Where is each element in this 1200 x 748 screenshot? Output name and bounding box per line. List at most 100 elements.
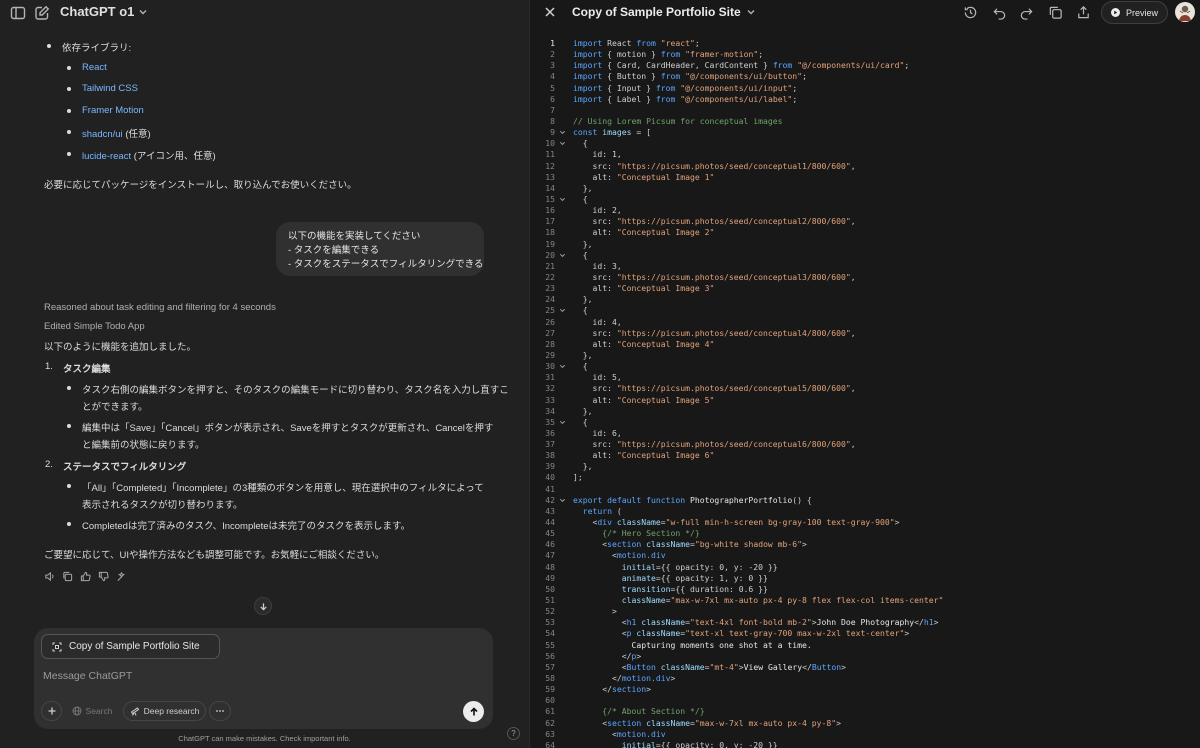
code-line[interactable]: 15 {: [530, 194, 1200, 205]
code-line[interactable]: 10 {: [530, 138, 1200, 149]
code-line[interactable]: 14 },: [530, 183, 1200, 194]
code-line[interactable]: 20 {: [530, 250, 1200, 261]
undo-icon[interactable]: [992, 5, 1007, 20]
code-line[interactable]: 24 },: [530, 294, 1200, 305]
deep-research-button[interactable]: Deep research: [123, 701, 206, 721]
attach-button[interactable]: [41, 701, 62, 721]
fold-chevron-icon[interactable]: [559, 361, 567, 370]
code-line[interactable]: 60: [530, 695, 1200, 706]
code-line[interactable]: 16 id: 2,: [530, 205, 1200, 216]
code-line[interactable]: 1 import React from "react";: [530, 38, 1200, 49]
fold-chevron-icon[interactable]: [559, 495, 567, 504]
code-line[interactable]: 54 <p className="text-xl text-gray-700 m…: [530, 628, 1200, 639]
dep-link-shadcn[interactable]: shadcn/ui: [82, 129, 123, 140]
code-line[interactable]: 27 src: "https://picsum.photos/seed/conc…: [530, 328, 1200, 339]
code-line[interactable]: 3 import { Card, CardHeader, CardContent …: [530, 60, 1200, 71]
code-line[interactable]: 59 </section>: [530, 684, 1200, 695]
scroll-to-bottom-button[interactable]: [254, 597, 272, 615]
code-line[interactable]: 52 >: [530, 606, 1200, 617]
code-line[interactable]: 29 },: [530, 350, 1200, 361]
code-line[interactable]: 49 animate={{ opacity: 1, y: 0 }}: [530, 573, 1200, 584]
code-line[interactable]: 18 alt: "Conceptual Image 2": [530, 227, 1200, 238]
code-line[interactable]: 25 {: [530, 305, 1200, 316]
code-line[interactable]: 46 <section className="bg-white shadow m…: [530, 539, 1200, 550]
reasoning-summary[interactable]: Reasoned about task editing and filterin…: [44, 302, 276, 313]
fold-chevron-icon[interactable]: [559, 305, 567, 314]
code-line[interactable]: 19 },: [530, 239, 1200, 250]
code-line[interactable]: 13 alt: "Conceptual Image 1": [530, 172, 1200, 183]
code-line[interactable]: 57 <Button className="mt-4">View Gallery…: [530, 662, 1200, 673]
code-line[interactable]: 51 className="max-w-7xl mx-auto px-4 py-…: [530, 595, 1200, 606]
dep-link-framer-motion[interactable]: Framer Motion: [82, 105, 144, 116]
code-editor[interactable]: 1 import React from "react"; 2 import { mot…: [530, 38, 1200, 748]
code-line[interactable]: 40];: [530, 472, 1200, 483]
code-line[interactable]: 26 id: 4,: [530, 317, 1200, 328]
canvas-context-chip[interactable]: Copy of Sample Portfolio Site: [41, 634, 220, 659]
message-input[interactable]: [43, 668, 463, 684]
code-line[interactable]: 34 },: [530, 406, 1200, 417]
code-line[interactable]: 64 initial={{ opacity: 0, y: -20 }}: [530, 740, 1200, 748]
canvas-title[interactable]: Copy of Sample Portfolio Site: [572, 5, 756, 19]
search-button[interactable]: Search: [68, 701, 116, 721]
share-icon[interactable]: [1076, 5, 1091, 20]
code-line[interactable]: 22 src: "https://picsum.photos/seed/conc…: [530, 272, 1200, 283]
dep-link-lucide[interactable]: lucide-react: [82, 151, 131, 162]
code-line[interactable]: 21 id: 3,: [530, 261, 1200, 272]
more-tools-button[interactable]: [209, 701, 231, 721]
code-line[interactable]: 42 export default function PhotographerPo…: [530, 495, 1200, 506]
dep-link-tailwind[interactable]: Tailwind CSS: [82, 83, 138, 94]
send-button[interactable]: [463, 701, 484, 722]
history-icon[interactable]: [963, 5, 978, 20]
code-line[interactable]: 9 const images = [: [530, 127, 1200, 138]
code-line[interactable]: 28 alt: "Conceptual Image 4": [530, 339, 1200, 350]
code-line[interactable]: 53 <h1 className="text-4xl font-bold mb-…: [530, 617, 1200, 628]
preview-button[interactable]: Preview: [1101, 1, 1168, 24]
code-line[interactable]: 47 <motion.div: [530, 550, 1200, 561]
copy-code-icon[interactable]: [1048, 5, 1063, 20]
code-line[interactable]: 33 alt: "Conceptual Image 5": [530, 395, 1200, 406]
thumbs-down-icon[interactable]: [98, 571, 109, 582]
read-aloud-icon[interactable]: [44, 571, 55, 582]
code-line[interactable]: 17 src: "https://picsum.photos/seed/conc…: [530, 216, 1200, 227]
code-line[interactable]: 63 <motion.div: [530, 729, 1200, 740]
fold-chevron-icon[interactable]: [559, 250, 567, 259]
dep-link-react[interactable]: React: [82, 62, 107, 73]
code-line[interactable]: 4 import { Button } from "@/components/ui…: [530, 71, 1200, 82]
code-line[interactable]: 12 src: "https://picsum.photos/seed/conc…: [530, 161, 1200, 172]
copy-icon[interactable]: [62, 571, 73, 582]
code-line[interactable]: 11 id: 1,: [530, 149, 1200, 160]
avatar[interactable]: [1175, 2, 1195, 22]
close-icon[interactable]: [543, 5, 557, 19]
code-line[interactable]: 39 },: [530, 461, 1200, 472]
fold-chevron-icon[interactable]: [559, 194, 567, 203]
code-line[interactable]: 23 alt: "Conceptual Image 3": [530, 283, 1200, 294]
code-line[interactable]: 6 import { Label } from "@/components/ui/…: [530, 94, 1200, 105]
code-line[interactable]: 48 initial={{ opacity: 0, y: -20 }}: [530, 562, 1200, 573]
fold-chevron-icon[interactable]: [559, 417, 567, 426]
fold-chevron-icon[interactable]: [559, 127, 567, 136]
code-line[interactable]: 2 import { motion } from "framer-motion";: [530, 49, 1200, 60]
code-line[interactable]: 36 id: 6,: [530, 428, 1200, 439]
code-line[interactable]: 58 </motion.div>: [530, 673, 1200, 684]
code-line[interactable]: 43 return (: [530, 506, 1200, 517]
code-line[interactable]: 5 import { Input } from "@/components/ui/…: [530, 83, 1200, 94]
code-line[interactable]: 41: [530, 484, 1200, 495]
code-line[interactable]: 7: [530, 105, 1200, 116]
fold-chevron-icon[interactable]: [559, 138, 567, 147]
code-line[interactable]: 50 transition={{ duration: 0.6 }}: [530, 584, 1200, 595]
thumbs-up-icon[interactable]: [80, 571, 91, 582]
redo-icon[interactable]: [1019, 5, 1034, 20]
edited-canvas-note[interactable]: Edited Simple Todo App: [44, 321, 145, 332]
code-line[interactable]: 44 <div className="w-full min-h-screen b…: [530, 517, 1200, 528]
help-button[interactable]: ?: [507, 727, 520, 740]
code-line[interactable]: 45 {/* Hero Section */}: [530, 528, 1200, 539]
code-line[interactable]: 56 </p>: [530, 651, 1200, 662]
code-line[interactable]: 37 src: "https://picsum.photos/seed/conc…: [530, 439, 1200, 450]
code-line[interactable]: 61 {/* About Section */}: [530, 706, 1200, 717]
code-line[interactable]: 35 {: [530, 417, 1200, 428]
code-line[interactable]: 62 <section className="max-w-7xl mx-auto…: [530, 718, 1200, 729]
code-line[interactable]: 8 // Using Lorem Picsum for conceptual im…: [530, 116, 1200, 127]
code-line[interactable]: 31 id: 5,: [530, 372, 1200, 383]
code-line[interactable]: 55 Capturing moments one shot at a time.: [530, 640, 1200, 651]
code-line[interactable]: 30 {: [530, 361, 1200, 372]
